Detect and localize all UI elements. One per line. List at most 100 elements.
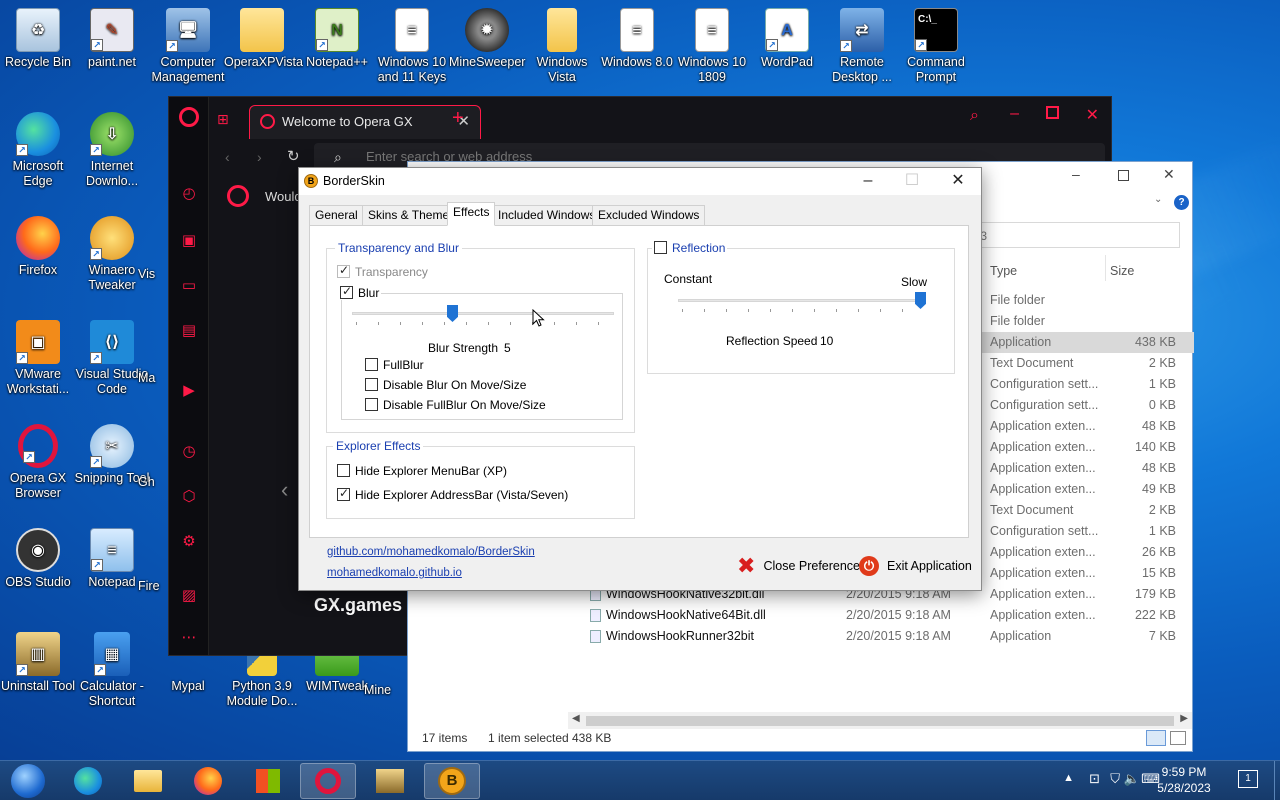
taskbar-archive[interactable] xyxy=(362,763,418,799)
desktop-icon-calculator[interactable]: ▦ ↗ Calculator - Shortcut xyxy=(74,632,150,709)
table-row[interactable]: WindowsHookNative64Bit.dll 2/20/2015 9:18… xyxy=(408,605,1194,626)
maximize-icon[interactable] xyxy=(1046,106,1059,119)
desktop-icon-remote-desktop[interactable]: ⇄ ↗ Remote Desktop ... xyxy=(824,8,900,85)
help-icon[interactable]: ? xyxy=(1174,195,1189,210)
hide-menubar-checkbox[interactable]: Hide Explorer MenuBar (XP) xyxy=(337,464,507,478)
taskbar-edge[interactable] xyxy=(60,763,116,799)
search-icon[interactable]: ⌕ xyxy=(970,107,979,125)
show-hidden-icons-icon[interactable]: ▲ xyxy=(1063,772,1074,784)
clock[interactable]: 9:59 PM 5/28/2023 xyxy=(1156,765,1212,795)
desktop-icon-win-keys[interactable]: ≡ Windows 10 and 11 Keys xyxy=(374,8,450,85)
desktop-icon-recycle-bin[interactable]: ♻ Recycle Bin xyxy=(0,8,76,70)
file-icon xyxy=(590,609,601,622)
column-header-type[interactable]: Type xyxy=(990,264,1017,278)
carousel-prev-icon[interactable]: ‹ xyxy=(281,477,288,503)
back-icon[interactable]: ‹ xyxy=(225,149,230,165)
desktop-icon-idm[interactable]: ⇩ ↗ Internet Downlo... xyxy=(74,112,150,189)
reflection-checkbox[interactable]: Reflection xyxy=(652,241,728,255)
new-tab-icon[interactable]: + xyxy=(452,107,464,130)
settings-gear-icon[interactable]: ⚙ xyxy=(178,531,200,553)
desktop-icon-firefox[interactable]: Firefox xyxy=(0,216,76,278)
desktop-icon-windows-8[interactable]: ≡ Windows 8.0 xyxy=(599,8,675,70)
tab-included-windows[interactable]: Included Windows xyxy=(492,205,602,226)
scroll-right-icon[interactable]: ▶ xyxy=(1180,713,1188,724)
gx-games-brand[interactable]: GX.games xyxy=(314,595,402,616)
desktop-icon-edge[interactable]: ↗ Microsoft Edge xyxy=(0,112,76,189)
desktop-icon-operaxpvista[interactable]: OperaXPVista xyxy=(224,8,303,70)
desktop-icon-wordpad[interactable]: A ↗ WordPad xyxy=(749,8,825,70)
desktop-icon-notepadpp[interactable]: N ↗ Notepad++ xyxy=(299,8,375,70)
history-icon[interactable]: ◷ xyxy=(178,441,200,463)
desktop-icon-computer-management[interactable]: 🖥 ↗ Computer Management xyxy=(150,8,226,85)
desktop-icon-command-prompt[interactable]: C:\_ ↗ Command Prompt xyxy=(898,8,974,85)
close-preference-button[interactable]: ✖ Close Preference xyxy=(737,555,860,577)
opera-menu-icon[interactable] xyxy=(179,107,199,127)
minimize-icon[interactable]: – xyxy=(1010,105,1019,123)
close-icon[interactable]: ✕ xyxy=(1163,166,1175,183)
website-link[interactable]: mohamedkomalo.github.io xyxy=(327,567,462,579)
scroll-left-icon[interactable]: ◀ xyxy=(572,713,580,724)
disable-blur-checkbox[interactable]: Disable Blur On Move/Size xyxy=(365,378,526,392)
taskbar-firefox[interactable] xyxy=(180,763,236,799)
minimize-icon[interactable]: – xyxy=(1072,166,1080,182)
tab-general[interactable]: General xyxy=(309,205,364,226)
desktop-icon-windows-10-1809[interactable]: ≡ Windows 10 1809 xyxy=(674,8,750,85)
exit-application-button[interactable]: ⏻ Exit Application xyxy=(859,556,972,576)
wallpaper-icon[interactable]: ▨ xyxy=(178,585,200,607)
network-icon[interactable]: ⊡ xyxy=(1089,771,1100,787)
github-link[interactable]: github.com/mohamedkomalo/BorderSkin xyxy=(327,546,535,558)
taskbar-opera-gx[interactable] xyxy=(300,763,356,799)
tab-excluded-windows[interactable]: Excluded Windows xyxy=(592,205,706,226)
extensions-cube-icon[interactable]: ⬡ xyxy=(178,486,200,508)
table-row[interactable]: Application 438 KB xyxy=(968,332,1194,353)
blur-strength-slider[interactable] xyxy=(352,305,614,328)
taskbar-borderskin[interactable]: B xyxy=(424,763,480,799)
more-icon[interactable]: ⋯ xyxy=(178,627,200,649)
details-view-icon[interactable] xyxy=(1146,730,1166,746)
desktop-icon-paintnet[interactable]: ✎ ↗ paint.net xyxy=(74,8,150,70)
twitch-icon[interactable]: ▭ xyxy=(178,275,200,297)
search-input[interactable]: .3 xyxy=(968,222,1180,248)
desktop-icon-opera-gx[interactable]: ↗ Opera GX Browser xyxy=(0,424,76,501)
checkbox-box xyxy=(365,378,378,391)
speed-dial-icon[interactable]: ◴ xyxy=(178,183,200,205)
desktop-icon-obs[interactable]: ◉ OBS Studio xyxy=(0,528,76,590)
file-size: 15 KB xyxy=(1141,566,1176,580)
table-row[interactable]: WindowsHookRunner32bit 2/20/2015 9:18 AM A… xyxy=(408,626,1194,647)
column-divider[interactable] xyxy=(1105,255,1106,281)
taskbar-store[interactable] xyxy=(240,763,296,799)
blur-checkbox[interactable]: Blur xyxy=(338,284,382,300)
column-header-size[interactable]: Size xyxy=(1110,264,1134,278)
minimize-icon[interactable]: – xyxy=(845,168,891,195)
show-desktop-button[interactable] xyxy=(1274,761,1280,800)
desktop-icon-uninstall-tool[interactable]: ▥ ↗ Uninstall Tool xyxy=(0,632,76,694)
hide-addressbar-checkbox[interactable]: Hide Explorer AddressBar (Vista/Seven) xyxy=(337,486,568,502)
gx-control-icon[interactable]: ▤ xyxy=(178,320,200,342)
gamepad-icon[interactable]: ⊞ xyxy=(217,111,229,128)
reflection-speed-slider[interactable] xyxy=(678,292,926,315)
reload-icon[interactable]: ↻ xyxy=(287,147,300,165)
start-button[interactable] xyxy=(2,763,54,799)
shopping-bag-icon[interactable]: ▣ xyxy=(178,230,200,252)
forward-icon[interactable]: › xyxy=(257,149,262,165)
shield-icon[interactable]: ⛉ xyxy=(1110,771,1120,787)
desktop-icon-vmware[interactable]: ▣ ↗ VMware Workstati... xyxy=(0,320,76,397)
desktop-icon-minesweeper[interactable]: ✹ MineSweeper xyxy=(449,8,525,70)
chevron-down-icon[interactable]: ⌄ xyxy=(1154,194,1162,205)
fullblur-checkbox[interactable]: FullBlur xyxy=(365,358,424,372)
slider-thumb[interactable] xyxy=(915,292,926,309)
tab-welcome[interactable]: Welcome to Opera GX ✕ xyxy=(249,105,481,139)
disable-fullblur-checkbox[interactable]: Disable FullBlur On Move/Size xyxy=(365,398,546,412)
close-icon[interactable]: ✕ xyxy=(1086,105,1099,125)
taskbar-file-explorer[interactable] xyxy=(120,763,176,799)
large-icons-view-icon[interactable] xyxy=(1170,731,1186,745)
maximize-icon[interactable] xyxy=(1118,170,1129,181)
slider-thumb[interactable] xyxy=(447,305,458,322)
desktop-icon-partial-label[interactable]: Mine xyxy=(364,683,408,698)
notification-center-icon[interactable]: 1 xyxy=(1238,770,1258,788)
desktop-icon-windows-vista[interactable]: Windows Vista xyxy=(524,8,600,85)
player-icon[interactable]: ▶ xyxy=(178,380,200,402)
tab-effects[interactable]: Effects xyxy=(447,202,496,226)
volume-icon[interactable]: 🔈 xyxy=(1124,771,1140,787)
close-icon[interactable]: ✕ xyxy=(935,168,981,195)
